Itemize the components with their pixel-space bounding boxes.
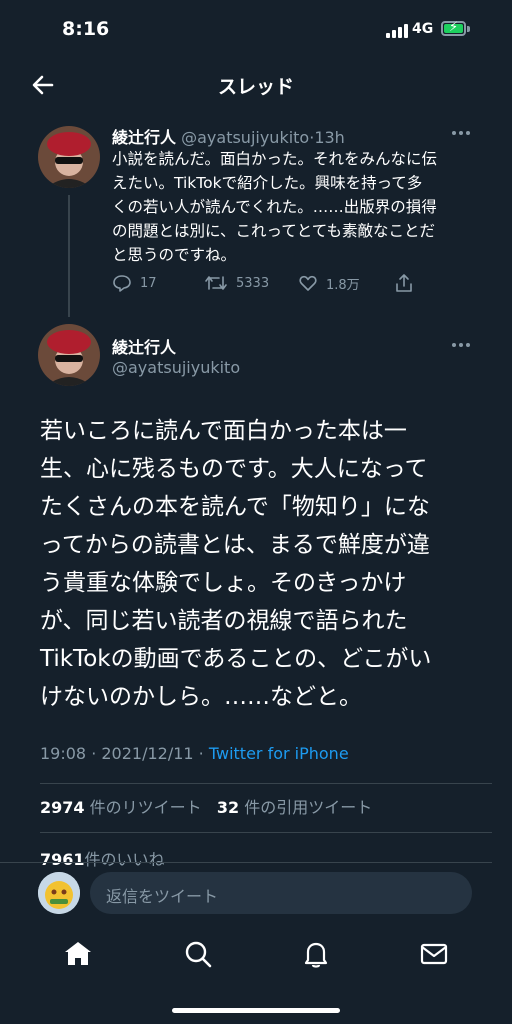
status-bar: 8:16 4G ⚡: [0, 0, 512, 60]
like-total[interactable]: 7961: [40, 850, 85, 869]
notifications-icon: [304, 942, 328, 968]
parent-tweet-line: えたい。TikTokで紹介した。興味を持って多: [112, 174, 423, 192]
reply-icon: [113, 275, 131, 292]
share-icon: [396, 274, 412, 292]
tab-bar: [0, 930, 512, 980]
parent-tweet-line: 小説を読んだ。面白かった。それをみんなに伝: [112, 150, 438, 168]
home-icon: [65, 942, 91, 965]
retweet-count: 5333: [236, 275, 270, 291]
parent-author-handle: @ayatsujiyukito: [181, 128, 310, 147]
battery-icon: ⚡: [441, 20, 466, 36]
parent-tweet-text: 小説を読んだ。面白かった。それをみんなに伝 えたい。TikTokで紹介した。興味…: [112, 147, 472, 267]
main-tweet-line: 若いころに読んで面白かった本は一: [40, 418, 407, 444]
main-tweet-avatar[interactable]: [38, 324, 100, 386]
tab-messages[interactable]: [418, 938, 450, 970]
tab-notifications[interactable]: [300, 938, 332, 970]
home-indicator[interactable]: [172, 1008, 340, 1013]
parent-tweet-header: 綾辻行人 @ayatsujiyukito·13h: [112, 128, 345, 147]
tab-search[interactable]: [182, 938, 214, 970]
main-tweet-line: TikTokの動画であることの、どこがい: [40, 646, 432, 672]
parent-tweet-line: と思うのですね。: [112, 246, 237, 264]
header: スレッド: [0, 62, 512, 108]
reply-bar: 返信をツイート: [0, 868, 512, 918]
signal-icon: [386, 24, 408, 38]
like-count: 1.8万: [326, 277, 360, 293]
retweet-button[interactable]: 5333: [204, 270, 269, 296]
parent-author-name[interactable]: 綾辻行人: [112, 128, 176, 147]
quote-total[interactable]: 32: [217, 798, 239, 817]
divider: [0, 862, 492, 863]
status-time: 8:16: [62, 18, 110, 40]
retweet-icon: [205, 276, 227, 290]
main-author-name[interactable]: 綾辻行人: [112, 334, 176, 358]
reply-button[interactable]: 17: [112, 270, 157, 296]
like-button[interactable]: 1.8万: [298, 270, 360, 296]
reply-count: 17: [140, 275, 157, 291]
main-tweet-line: けないのかしら。……などと。: [40, 684, 362, 710]
parent-more-icon[interactable]: [452, 128, 476, 138]
main-tweet-line: が、同じ若い読者の視線で語られた: [40, 608, 408, 634]
quote-label[interactable]: 件の引用ツイート: [244, 798, 372, 817]
like-label[interactable]: 件のいいね: [85, 850, 165, 869]
tweet-date: 2021/12/11: [101, 744, 194, 763]
parent-tweet-line: の問題とは別に、これってとても素敵なことだ: [112, 222, 436, 240]
main-more-icon[interactable]: [452, 340, 476, 350]
search-icon: [185, 941, 212, 968]
share-button[interactable]: [394, 270, 422, 296]
battery-cap: [467, 26, 470, 32]
parent-tweet-age: 13h: [314, 128, 345, 147]
main-tweet-line: 生、心に残るものです。大人になって: [40, 456, 428, 482]
tweet-timestamp: 19:08 · 2021/12/11 · Twitter for iPhone: [40, 744, 349, 763]
like-icon: [299, 275, 317, 291]
tweet-time: 19:08: [40, 744, 87, 763]
divider: [40, 832, 492, 833]
thread-line: [68, 195, 70, 317]
parent-tweet-actions: 17 5333 1.8万: [112, 270, 422, 296]
network-type: 4G: [412, 21, 434, 37]
tab-home[interactable]: [62, 938, 94, 970]
messages-icon: [420, 943, 448, 965]
main-tweet-line: う貴重な体験でしょ。そのきっかけ: [40, 570, 407, 596]
like-stats: 7961件のいいね: [40, 846, 165, 870]
retweet-total[interactable]: 2974: [40, 798, 85, 817]
main-tweet-line: たくさんの本を読んで「物知り」にな: [40, 494, 430, 520]
user-avatar[interactable]: [38, 872, 80, 914]
tweet-source-link[interactable]: Twitter for iPhone: [209, 744, 349, 763]
main-tweet-line: ってからの読書とは、まるで鮮度が違: [40, 532, 430, 558]
parent-tweet-line: くの若い人が読んでくれた。……出版界の損得: [112, 198, 437, 216]
main-author-handle: @ayatsujiyukito: [112, 358, 241, 377]
parent-tweet-avatar[interactable]: [38, 126, 100, 188]
retweet-label[interactable]: 件のリツイート: [90, 798, 202, 817]
page-title: スレッド: [217, 76, 294, 98]
divider: [40, 783, 492, 784]
retweet-stats: 2974 件のリツイート 32 件の引用ツイート: [40, 794, 372, 818]
main-tweet-text: 若いころに読んで面白かった本は一 生、心に残るものです。大人になって たくさんの…: [40, 412, 480, 716]
reply-input[interactable]: 返信をツイート: [90, 872, 472, 914]
